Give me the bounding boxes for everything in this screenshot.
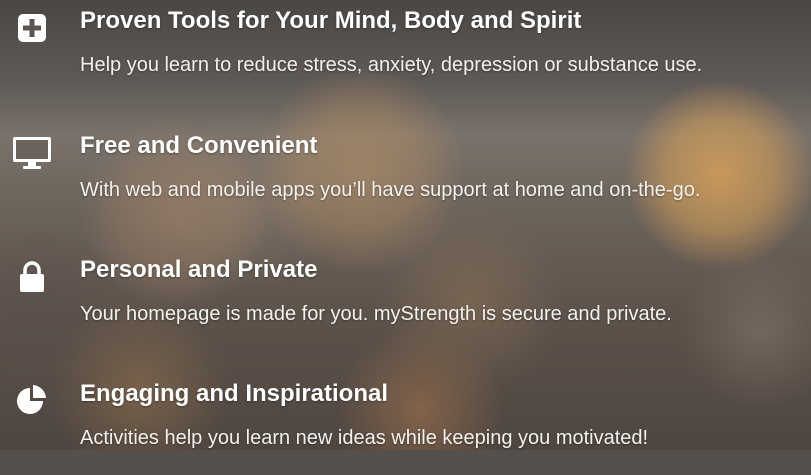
feature-item-proven-tools: Proven Tools for Your Mind, Body and Spi… [0,2,811,102]
feature-title: Engaging and Inspirational [80,380,389,407]
feature-description: Activities help you learn new ideas whil… [80,427,649,449]
feature-description: Your homepage is made for you. myStrengt… [80,303,672,325]
desktop-monitor-icon [12,135,52,171]
feature-title: Proven Tools for Your Mind, Body and Spi… [80,7,582,34]
feature-title: Personal and Private [80,256,318,283]
feature-list: Proven Tools for Your Mind, Body and Spi… [0,0,811,450]
lock-icon [12,259,52,295]
feature-item-personal-private: Personal and Private Your homepage is ma… [0,251,811,351]
feature-title: Free and Convenient [80,132,318,159]
plus-square-icon [12,10,52,46]
feature-item-free-convenient: Free and Convenient With web and mobile … [0,127,811,227]
feature-description: Help you learn to reduce stress, anxiety… [80,54,703,76]
feature-item-engaging-inspirational: Engaging and Inspirational Activities he… [0,375,811,475]
feature-description: With web and mobile apps you’ll have sup… [80,179,701,201]
pie-chart-icon [12,383,52,419]
